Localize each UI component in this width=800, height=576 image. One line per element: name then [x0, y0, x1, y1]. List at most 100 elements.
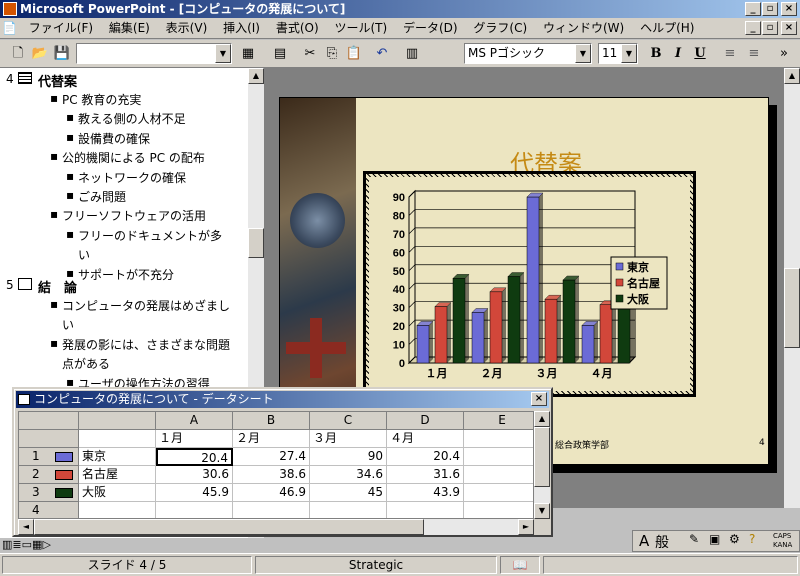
app-icon[interactable]: [3, 2, 17, 16]
slide4-item[interactable]: サポートが不充分: [78, 266, 174, 283]
cell[interactable]: [464, 484, 533, 502]
column-header[interactable]: D: [387, 412, 464, 430]
data-cell[interactable]: 31.6: [387, 466, 464, 484]
chart-frame[interactable]: 0 10 20 30 40 50 60 70 80 90 １月 ２月 ３月 ４月 東京 名古屋 大阪: [363, 171, 696, 397]
menu-file[interactable]: ファイル(F): [23, 18, 99, 39]
font-size-select[interactable]: 11 ▼: [598, 43, 638, 64]
row-label-cell[interactable]: 名古屋: [79, 466, 156, 484]
cell[interactable]: [79, 430, 156, 448]
doc-icon[interactable]: 📄: [0, 18, 19, 39]
datasheet-window[interactable]: コンピュータの発展について - データシート × A B C D E １月 ２月 ３月 ４月 1 東…: [12, 387, 553, 537]
menu-help[interactable]: ヘルプ(H): [634, 18, 700, 39]
slide4-item[interactable]: ネットワークの確保: [78, 169, 186, 186]
slide-scrollbar[interactable]: ▲: [784, 68, 800, 508]
data-cell[interactable]: 20.4: [156, 448, 233, 466]
row-label-cell[interactable]: [79, 502, 156, 518]
datasheet-hscroll[interactable]: ◄ ►: [18, 519, 534, 535]
column-header[interactable]: E: [464, 412, 533, 430]
datasheet-close-button[interactable]: ×: [531, 392, 547, 406]
menu-format[interactable]: 書式(O): [270, 18, 325, 39]
column-header[interactable]: C: [310, 412, 387, 430]
row-header[interactable]: 2: [19, 466, 79, 484]
row-label-cell[interactable]: 東京: [79, 448, 156, 466]
data-cell[interactable]: 45.9: [156, 484, 233, 502]
datasheet-icon[interactable]: ▤: [270, 44, 290, 64]
select-all-corner[interactable]: [19, 412, 79, 430]
outline-scroll-up[interactable]: ▲: [248, 68, 264, 84]
row-header[interactable]: 4: [19, 502, 79, 518]
data-cell[interactable]: 34.6: [310, 466, 387, 484]
datasheet-scroll-down[interactable]: ▼: [534, 503, 550, 519]
chart-type-icon[interactable]: ▥: [402, 44, 422, 64]
data-cell[interactable]: 30.6: [156, 466, 233, 484]
datasheet-hscroll-thumb[interactable]: [34, 519, 424, 535]
data-cell[interactable]: [387, 502, 464, 518]
menu-chart[interactable]: グラフ(C): [467, 18, 533, 39]
outline-scroll-thumb[interactable]: [248, 228, 264, 258]
maximize-button[interactable]: ▫: [762, 2, 778, 16]
cell[interactable]: [464, 430, 533, 448]
align-center-icon[interactable]: ≡: [744, 44, 764, 64]
row-header[interactable]: 1: [19, 448, 79, 466]
column-header[interactable]: B: [233, 412, 310, 430]
cell[interactable]: [464, 466, 533, 484]
slide5-icon[interactable]: [18, 278, 32, 290]
column-label-cell[interactable]: ２月: [233, 430, 310, 448]
column-header[interactable]: A: [156, 412, 233, 430]
menu-edit[interactable]: 編集(E): [103, 18, 156, 39]
slide5-item[interactable]: い: [62, 316, 74, 333]
menu-window[interactable]: ウィンドウ(W): [537, 18, 630, 39]
more-icon[interactable]: »: [774, 44, 794, 64]
slide5-item[interactable]: 発展の影には、さまざまな問題: [62, 336, 230, 353]
data-cell[interactable]: [156, 502, 233, 518]
slide5-item[interactable]: コンピュータの発展はめざまし: [62, 297, 230, 314]
ime-pad-icon[interactable]: ✎: [689, 532, 699, 546]
data-cell[interactable]: [310, 502, 387, 518]
row-label-cell[interactable]: 大阪: [79, 484, 156, 502]
cell[interactable]: [464, 502, 533, 518]
spell-check-icon[interactable]: 📖: [500, 556, 540, 574]
slide4-item[interactable]: フリーのドキュメントが多: [78, 227, 222, 244]
italic-button[interactable]: I: [668, 44, 688, 64]
paste-icon[interactable]: 📋: [344, 44, 364, 64]
datasheet-scroll-thumb[interactable]: [534, 427, 550, 487]
datasheet-scroll-left[interactable]: ◄: [18, 519, 34, 535]
sorter-view-icon[interactable]: ▦: [32, 538, 42, 551]
row-header[interactable]: 3: [19, 484, 79, 502]
column-header-blank[interactable]: [79, 412, 156, 430]
minimize-button[interactable]: _: [745, 2, 761, 16]
cut-icon[interactable]: ✂: [300, 44, 320, 64]
slide-view-icon[interactable]: ▭: [22, 538, 32, 551]
slide5-item[interactable]: 点がある: [62, 355, 110, 372]
column-label-cell[interactable]: ３月: [310, 430, 387, 448]
data-cell[interactable]: 27.4: [233, 448, 310, 466]
save-icon[interactable]: 💾: [52, 44, 72, 64]
data-cell[interactable]: 20.4: [387, 448, 464, 466]
undo-icon[interactable]: ↶: [372, 44, 392, 64]
bold-button[interactable]: B: [646, 44, 666, 64]
ime-tool-icon[interactable]: ⚙: [729, 532, 740, 546]
font-name-select[interactable]: MS Pゴシック ▼: [464, 43, 592, 64]
datasheet-scroll-right[interactable]: ►: [518, 519, 534, 535]
close-button[interactable]: ×: [781, 2, 797, 16]
slide4-item[interactable]: い: [78, 246, 90, 263]
new-icon[interactable]: 🗋: [8, 44, 28, 64]
menu-data[interactable]: データ(D): [397, 18, 464, 39]
object-select[interactable]: ▼: [76, 43, 232, 64]
data-cell[interactable]: 46.9: [233, 484, 310, 502]
data-cell[interactable]: [233, 502, 310, 518]
datasheet-vscroll[interactable]: ▲ ▼: [534, 411, 550, 519]
slide5-title[interactable]: 結 論: [38, 277, 77, 296]
import-icon[interactable]: ▦: [238, 44, 258, 64]
slide4-item[interactable]: PC 教育の充実: [62, 91, 141, 108]
data-cell[interactable]: 45: [310, 484, 387, 502]
underline-button[interactable]: U: [690, 44, 710, 64]
data-cell[interactable]: 90: [310, 448, 387, 466]
slide4-item[interactable]: フリーソフトウェアの活用: [62, 207, 206, 224]
data-cell[interactable]: 43.9: [387, 484, 464, 502]
copy-icon[interactable]: ⎘: [322, 44, 342, 64]
menu-view[interactable]: 表示(V): [160, 18, 214, 39]
show-view-icon[interactable]: ▷: [42, 538, 50, 551]
slide-scroll-up[interactable]: ▲: [784, 68, 800, 84]
slide4-item[interactable]: 設備費の確保: [78, 130, 150, 147]
